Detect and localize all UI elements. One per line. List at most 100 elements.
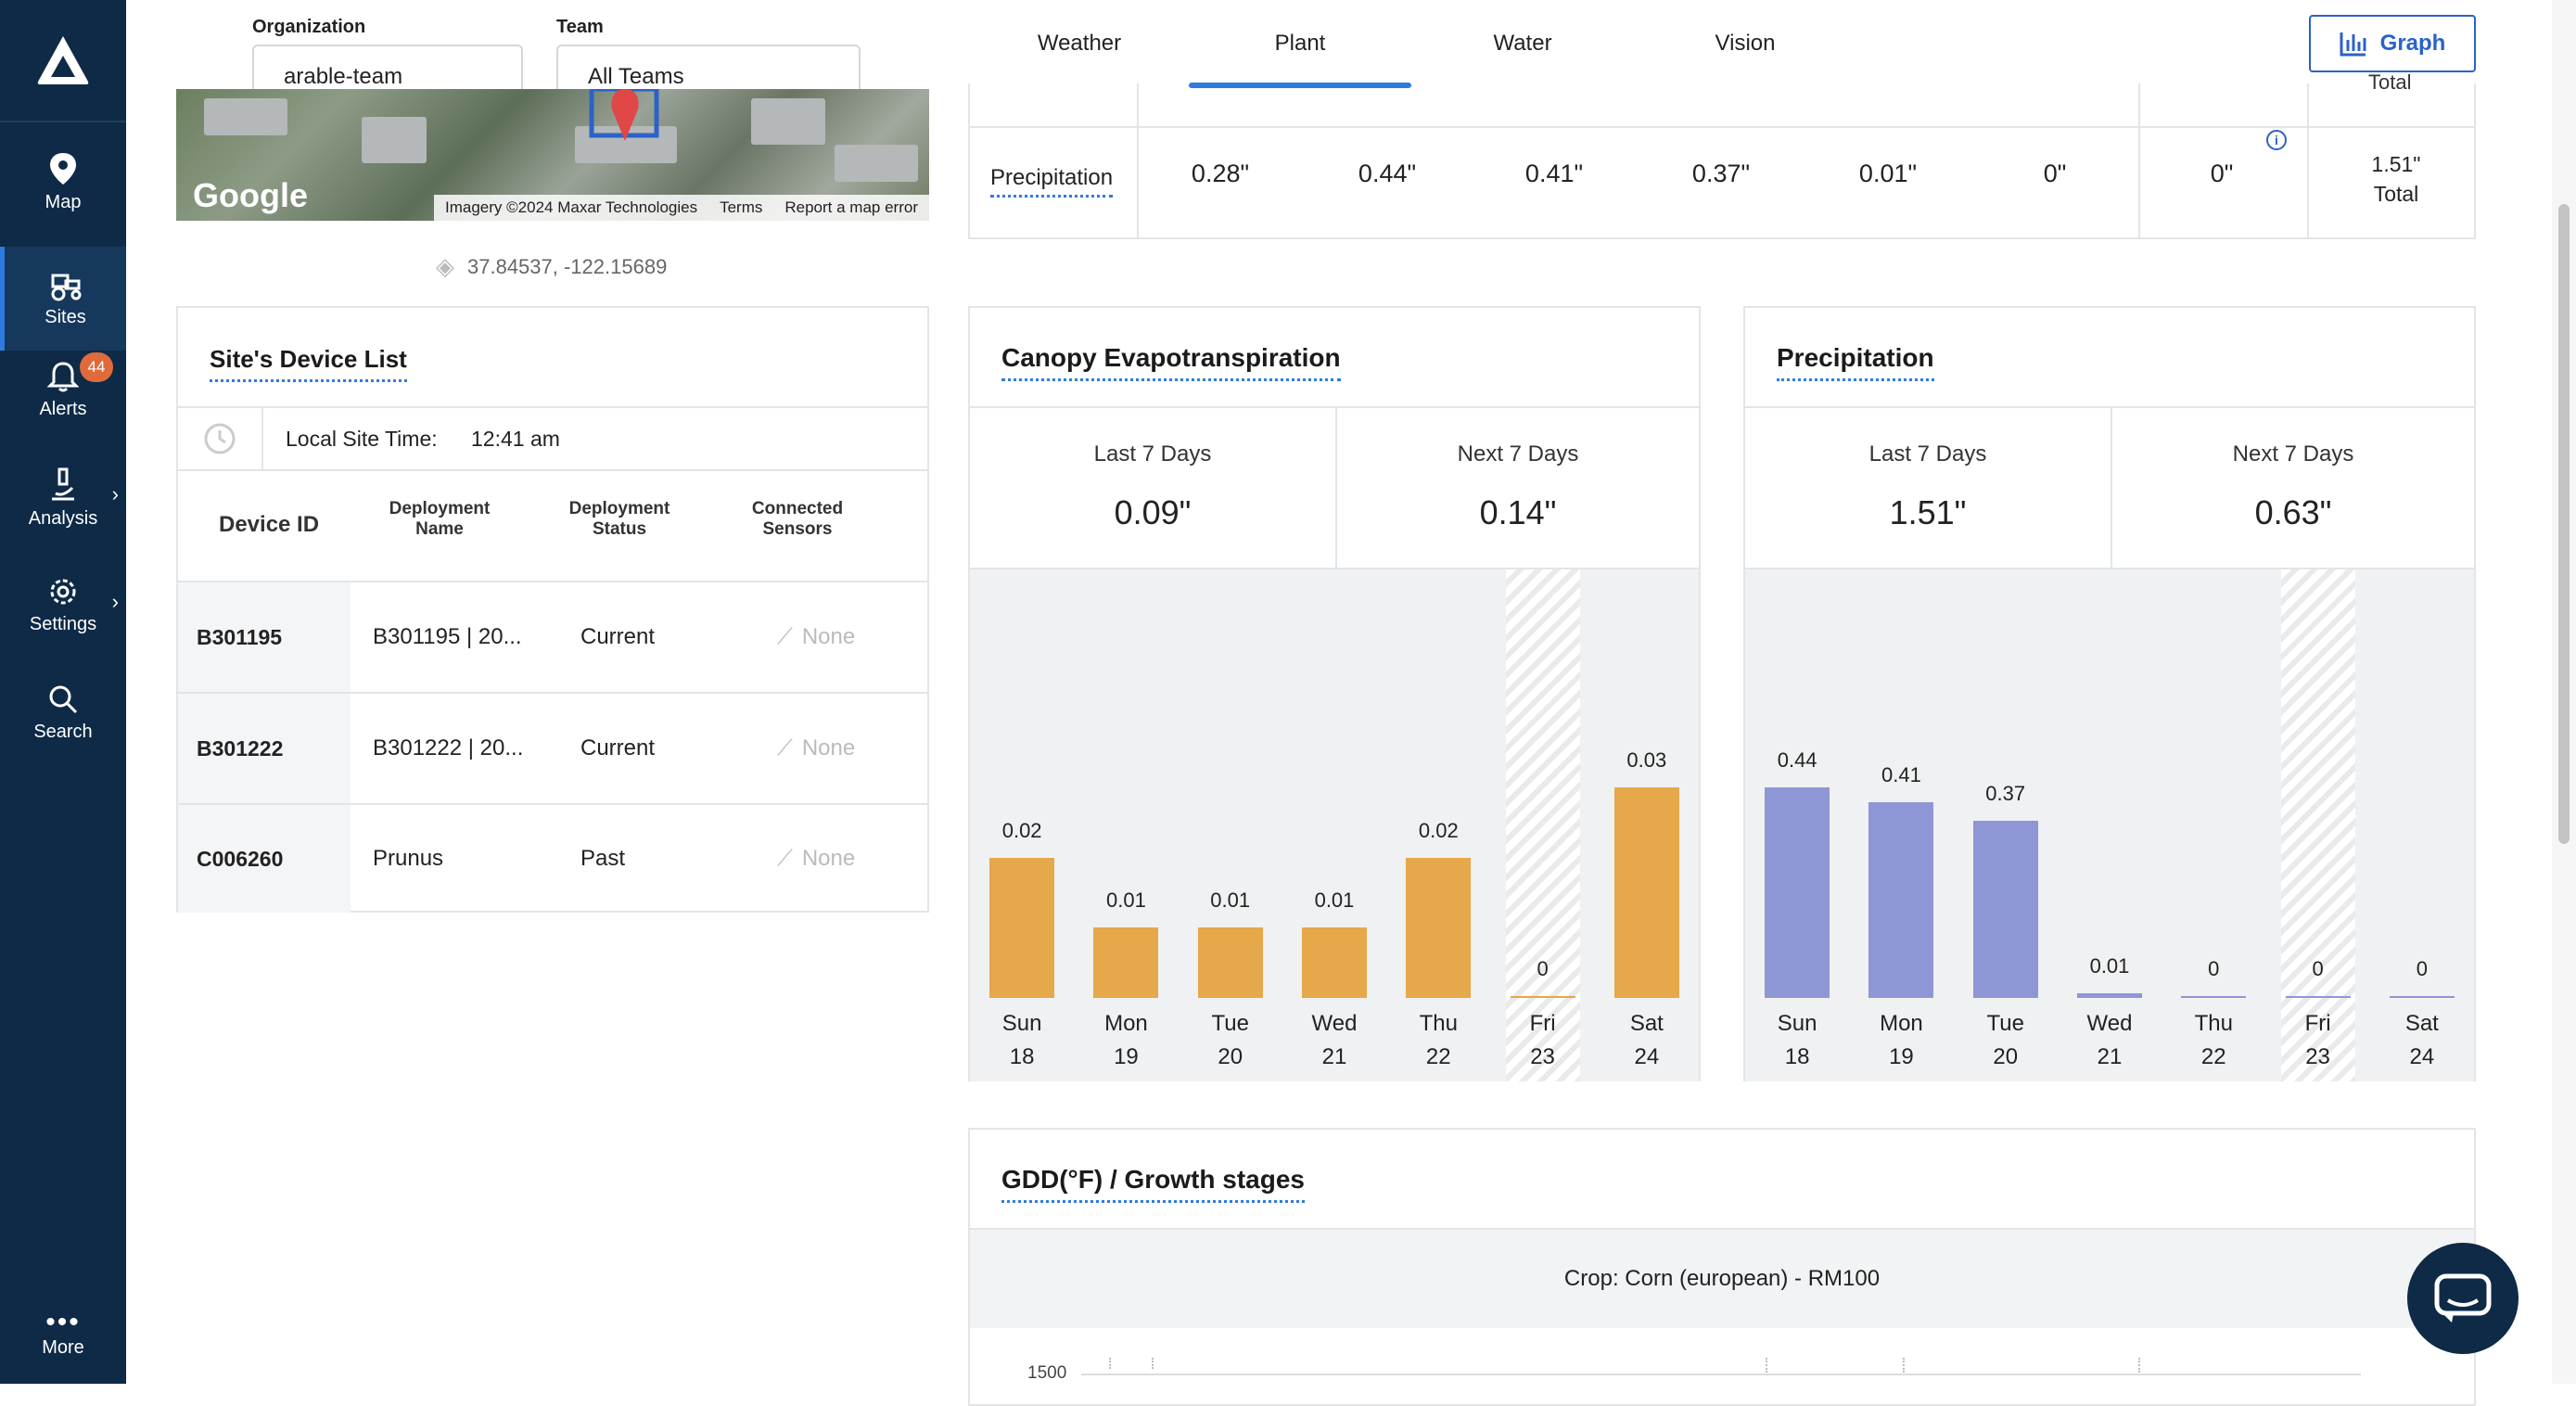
sidebar-item-map[interactable]: Map xyxy=(0,130,126,234)
precipitation-row-label[interactable]: Precipitation xyxy=(990,165,1114,198)
col-device-id: Device ID xyxy=(219,512,320,537)
sensor-link-icon: ⟋ xyxy=(777,735,793,761)
device-id-cell[interactable]: B301222 xyxy=(178,694,351,803)
gdd-tick-mark xyxy=(1903,1358,1905,1373)
tab-weather[interactable]: Weather xyxy=(968,0,1191,87)
page-scrollbar-thumb[interactable] xyxy=(2558,204,2570,844)
device-id-cell[interactable]: B301195 xyxy=(178,582,351,692)
canopy-et-title[interactable]: Canopy Evapotranspiration xyxy=(1001,343,1341,381)
tab-plant[interactable]: Plant xyxy=(1189,0,1411,87)
sidebar-item-sites[interactable]: Sites xyxy=(0,247,126,351)
canopy-et-x-tick: Wed 21 xyxy=(1297,1007,1371,1074)
table-row[interactable]: C006260 Prunus Past ⟋ None xyxy=(178,803,927,913)
precipitation-date-label: 22 xyxy=(2200,1044,2226,1069)
precipitation-bar[interactable] xyxy=(1765,787,1830,998)
canopy-et-day-label: Tue xyxy=(1211,1011,1249,1036)
sidebar-item-label: Settings xyxy=(29,613,97,634)
canopy-et-bar[interactable] xyxy=(1613,787,1679,998)
deployment-status-cell: Current xyxy=(580,624,656,649)
table-divider xyxy=(1137,83,1139,237)
gdd-title[interactable]: GDD(°F) / Growth stages xyxy=(1001,1165,1305,1203)
page-scrollbar-track[interactable] xyxy=(2552,0,2576,1384)
precip-total-label: Total xyxy=(2373,182,2419,206)
precipitation-value-label: 0.44 xyxy=(1777,748,1817,773)
chat-button[interactable] xyxy=(2407,1243,2519,1354)
precipitation-bar[interactable] xyxy=(1868,801,1934,998)
sidebar-item-alerts[interactable]: Alerts 44 xyxy=(0,338,126,441)
map-terms-link[interactable]: Terms xyxy=(720,198,762,217)
tab-vision[interactable]: Vision xyxy=(1634,0,1856,87)
table-row[interactable]: B301222 B301222 | 20... Current ⟋ None xyxy=(178,692,927,803)
table-divider xyxy=(2138,83,2140,237)
divider xyxy=(2111,406,2112,568)
gdd-gridline xyxy=(1081,1374,2361,1375)
canopy-et-date-label: 22 xyxy=(1425,1044,1451,1069)
canopy-et-day-label: Sun xyxy=(1001,1011,1042,1036)
deployment-name-cell: B301222 | 20... xyxy=(373,735,524,761)
sidebar-item-label: Alerts xyxy=(39,398,87,419)
gdd-y-tick: 1500 xyxy=(1027,1363,1067,1383)
connected-sensors-cell: ⟋ None xyxy=(777,805,855,913)
graph-button[interactable]: Graph xyxy=(2309,15,2476,72)
map-imagery-credit: Imagery ©2024 Maxar Technologies xyxy=(445,198,698,216)
sidebar-item-settings[interactable]: Settings › xyxy=(0,553,126,657)
precipitation-bar[interactable] xyxy=(2181,996,2247,998)
sidebar-item-analysis[interactable]: Analysis › xyxy=(0,445,126,549)
canopy-et-bar[interactable] xyxy=(1302,927,1367,998)
canopy-et-x-tick: Mon 19 xyxy=(1089,1007,1163,1074)
canopy-et-bar[interactable] xyxy=(1093,927,1159,998)
bar-chart-icon xyxy=(2340,32,2366,57)
divider xyxy=(970,406,1699,408)
canopy-et-date-label: 18 xyxy=(1009,1044,1035,1069)
precipitation-day-label: Fri xyxy=(2304,1011,2331,1036)
precipitation-title[interactable]: Precipitation xyxy=(1777,343,1934,381)
precipitation-bar[interactable] xyxy=(2077,992,2142,998)
precipitation-value-label: 0 xyxy=(2416,957,2428,980)
canopy-et-bar[interactable] xyxy=(989,857,1055,998)
canopy-et-bar[interactable] xyxy=(1197,927,1263,998)
canopy-et-date-label: 19 xyxy=(1114,1044,1139,1069)
arable-logo[interactable] xyxy=(0,0,126,122)
precip-day-value: 0.37" xyxy=(1691,160,1751,187)
precipitation-bar[interactable] xyxy=(2285,996,2351,998)
sidebar-item-label: Map xyxy=(45,191,82,212)
info-icon[interactable]: i xyxy=(2266,130,2287,150)
device-id-cell[interactable]: C006260 xyxy=(178,805,351,913)
sidebar-item-label: More xyxy=(42,1336,84,1358)
canopy-et-bar[interactable] xyxy=(1510,996,1575,998)
canopy-et-x-tick: Tue 20 xyxy=(1193,1007,1268,1074)
precipitation-day-label: Sun xyxy=(1777,1011,1817,1036)
canopy-et-bar[interactable] xyxy=(1406,857,1472,998)
microscope-icon xyxy=(52,467,74,500)
precipitation-date-label: 23 xyxy=(2305,1044,2330,1069)
sidebar-item-more[interactable]: ••• More xyxy=(0,1289,126,1382)
col-connected-sensors-line2: Sensors xyxy=(762,519,833,539)
precipitation-bar[interactable] xyxy=(1972,821,2038,998)
sidebar-item-label: Search xyxy=(33,721,93,742)
team-label: Team xyxy=(556,17,604,37)
precipitation-value-label: 0.37 xyxy=(1985,782,2026,806)
site-map[interactable]: Google Imagery ©2024 Maxar Technologies … xyxy=(176,89,929,221)
precipitation-x-tick: Sun 18 xyxy=(1760,1007,1834,1074)
chevron-right-icon: › xyxy=(111,482,119,505)
device-list-card: Site's Device List Local Site Time: 12:4… xyxy=(176,306,929,913)
canopy-et-day-label: Mon xyxy=(1104,1011,1148,1036)
device-list-title[interactable]: Site's Device List xyxy=(210,345,407,382)
precipitation-bar[interactable] xyxy=(2389,996,2455,998)
sidebar-item-search[interactable]: Search xyxy=(0,660,126,764)
coordinates-text: 37.84537, -122.15689 xyxy=(467,254,668,278)
precipitation-x-tick: Mon 19 xyxy=(1864,1007,1938,1074)
precipitation-chart: 0.44 Sun 18 0.41 Mon 19 0.37 Tue 20 0.01 Wed 21 0 Thu… xyxy=(1745,569,2474,1081)
map-report-link[interactable]: Report a map error xyxy=(784,198,918,217)
tab-water[interactable]: Water xyxy=(1411,0,1634,87)
precipitation-date-label: 19 xyxy=(1889,1044,1914,1069)
site-marker-icon[interactable] xyxy=(584,89,668,169)
canopy-et-date-label: 20 xyxy=(1218,1044,1243,1069)
next-7-days-value: 0.14" xyxy=(1479,493,1557,531)
canopy-et-day-label: Sat xyxy=(1629,1011,1664,1036)
table-row[interactable]: B301195 B301195 | 20... Current ⟋ None xyxy=(178,581,927,692)
deployment-name-cell: Prunus xyxy=(373,846,444,871)
canopy-et-day-label: Fri xyxy=(1529,1011,1556,1036)
col-deployment-status-line1: Deployment xyxy=(568,499,670,518)
map-pin-icon xyxy=(50,152,76,185)
